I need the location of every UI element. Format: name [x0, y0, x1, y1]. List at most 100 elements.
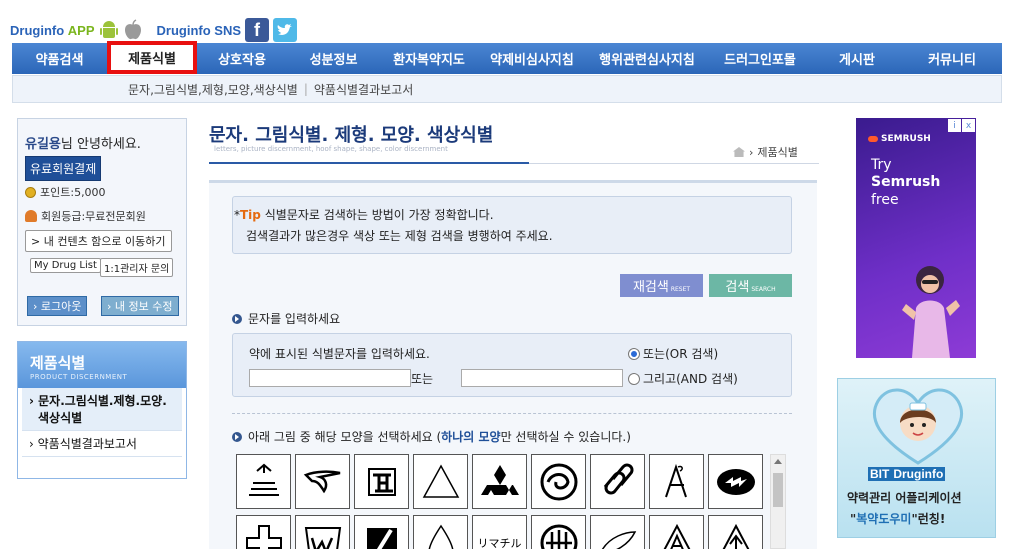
- nav-item-drug-cost-review[interactable]: 약제비심사지침: [478, 43, 586, 74]
- circle-swirl-icon: [540, 463, 577, 500]
- char-input-2[interactable]: [461, 369, 623, 387]
- nav-item-drug-search[interactable]: 약품검색: [12, 43, 107, 74]
- druginfo-app-link[interactable]: Druginfo APP: [10, 23, 95, 38]
- subnav-divider: |: [303, 82, 308, 96]
- category-subtitle: PRODUCT DISCERNMENT: [30, 373, 128, 381]
- shape-option[interactable]: [236, 454, 291, 509]
- shape-option[interactable]: [354, 454, 409, 509]
- or-label: 또는: [411, 372, 434, 386]
- facebook-icon[interactable]: f: [245, 18, 270, 42]
- bullet-arrow-icon: [232, 431, 242, 442]
- semrush-ad[interactable]: i x SEMRUSH Try Semrush free: [856, 118, 976, 358]
- category-item-result-report[interactable]: › 약품식별결과보고서: [22, 431, 182, 457]
- nav-item-board[interactable]: 게시판: [812, 43, 902, 74]
- category-header: 제품식별 PRODUCT DISCERNMENT: [18, 342, 186, 388]
- my-contents-button[interactable]: > 내 컨텐츠 함으로 이동하기: [25, 230, 172, 252]
- logout-button[interactable]: › 로그아웃: [27, 296, 88, 316]
- script-a-icon: [664, 463, 687, 497]
- shape-option[interactable]: [708, 454, 763, 509]
- ad-line-app: 약력관리 어플리케이션: [847, 491, 962, 505]
- points-row: 포인트:5,000: [25, 184, 106, 200]
- nav-item-community[interactable]: 커뮤니티: [902, 43, 1002, 74]
- apple-icon[interactable]: [123, 19, 143, 41]
- chain-link-icon: [603, 463, 633, 494]
- triangle-arrow-icon: [721, 523, 750, 549]
- shape-option[interactable]: [649, 515, 704, 549]
- slash-square-icon: [366, 527, 397, 549]
- shape-option[interactable]: [590, 515, 645, 549]
- my-drug-list-button[interactable]: My Drug List: [30, 258, 101, 273]
- semrush-logo: SEMRUSH: [868, 134, 931, 144]
- ad-close-icon[interactable]: x: [962, 119, 975, 132]
- nav-item-patient-medication-guide[interactable]: 환자복약지도: [380, 43, 478, 74]
- shape-option[interactable]: [708, 515, 763, 549]
- shape-option[interactable]: [649, 454, 704, 509]
- nav-item-interaction[interactable]: 상호작용: [197, 43, 287, 74]
- bitdruginfo-logo: BIT Druginfo: [868, 467, 946, 481]
- paid-member-button[interactable]: 유료회원결제: [25, 156, 102, 181]
- nav-item-procedure-review[interactable]: 행위관련심사지침: [586, 43, 708, 74]
- shape-option[interactable]: [531, 454, 586, 509]
- shape-grid-scrollbar[interactable]: [770, 454, 786, 549]
- tip-box: [232, 196, 792, 254]
- user-greeting: 유길용님 안녕하세요.: [25, 137, 141, 152]
- shape-option[interactable]: [413, 454, 468, 509]
- bitdruginfo-ad[interactable]: BIT Druginfo 약력관리 어플리케이션 "복약도우미"런칭!: [837, 378, 996, 538]
- lightning-oval-icon: [716, 468, 755, 495]
- cross-outline-icon: [245, 524, 282, 549]
- android-icon[interactable]: [99, 19, 119, 41]
- title-underline: [209, 162, 529, 164]
- ad-line-free: free: [871, 192, 899, 208]
- radio-or[interactable]: 또는(OR 검색): [628, 345, 718, 362]
- shape-option[interactable]: [472, 454, 527, 509]
- char-input-1[interactable]: [249, 369, 411, 387]
- radio-and-button[interactable]: [628, 372, 640, 385]
- ad-info-icon[interactable]: i: [948, 119, 961, 132]
- subnav-item-result-report[interactable]: 약품식별결과보고서: [314, 81, 413, 98]
- radio-or-button[interactable]: [628, 347, 640, 360]
- shape-option[interactable]: [354, 515, 409, 549]
- user-name: 유길용: [25, 137, 61, 152]
- ad-person-image: [902, 266, 960, 358]
- edit-profile-button[interactable]: › 내 정보 수정: [101, 296, 179, 316]
- user-panel: 유길용님 안녕하세요. 유료회원결제 포인트:5,000 회원등급:무료전문회원…: [17, 118, 187, 326]
- points-value: 포인트:5,000: [40, 186, 106, 199]
- breadcrumb-separator: ›: [749, 145, 754, 159]
- breadcrumb: › 제품식별: [733, 144, 798, 160]
- home-icon[interactable]: [733, 147, 745, 157]
- druginfo-sns-link[interactable]: Druginfo SNS: [157, 23, 242, 38]
- category-item-char-shape-color[interactable]: › 문자.그림식별.제형.모양.색상식별: [22, 388, 182, 431]
- member-icon: [25, 210, 37, 222]
- twitter-icon[interactable]: [273, 18, 298, 42]
- section-divider: [232, 413, 792, 414]
- leaf-icon: [601, 530, 636, 549]
- page-subtitle: letters, picture discernment, hoof shape…: [214, 145, 448, 153]
- ad-line-launch: "복약도우미"런칭!: [850, 512, 946, 526]
- nav-item-druginfo-mall[interactable]: 드러그인포몰: [708, 43, 812, 74]
- admin-query-button[interactable]: 1:1관리자 문의: [100, 258, 174, 277]
- shape-option[interactable]: [236, 515, 291, 549]
- scroll-thumb[interactable]: [773, 473, 783, 507]
- reset-button[interactable]: 재검색 RESET: [620, 274, 703, 297]
- nav-item-ingredient-info[interactable]: 성분정보: [287, 43, 380, 74]
- search-button[interactable]: 검색 SEARCH: [709, 274, 792, 297]
- w-badge-icon: [304, 526, 341, 549]
- nav-item-product-identification[interactable]: 제품식별: [107, 41, 197, 74]
- shape-grid: リマチル: [236, 454, 766, 549]
- shape-option[interactable]: [295, 454, 350, 509]
- shape-option[interactable]: [590, 454, 645, 509]
- shape-option[interactable]: [295, 515, 350, 549]
- semrush-mark-icon: [868, 136, 878, 142]
- header-brand-row: Druginfo APP Druginfo SNS f: [10, 16, 298, 44]
- tip-line-1: *Tip 식별문자로 검색하는 방법이 가장 정확합니다.: [234, 208, 494, 222]
- bars-stand-icon: [248, 463, 279, 496]
- subnav-item-char-shape-color[interactable]: 문자,그림식별,제형,모양,색상식별: [128, 81, 298, 98]
- triangle-a-icon: [662, 523, 691, 549]
- shape-option[interactable]: リマチル: [472, 515, 527, 549]
- shape-option[interactable]: [413, 515, 468, 549]
- shape-option[interactable]: [531, 515, 586, 549]
- radio-and[interactable]: 그리고(AND 검색): [628, 370, 738, 387]
- ad-line-semrush: Semrush: [871, 174, 941, 190]
- scroll-up-icon[interactable]: [774, 459, 782, 464]
- ad-controls: i x: [948, 119, 975, 132]
